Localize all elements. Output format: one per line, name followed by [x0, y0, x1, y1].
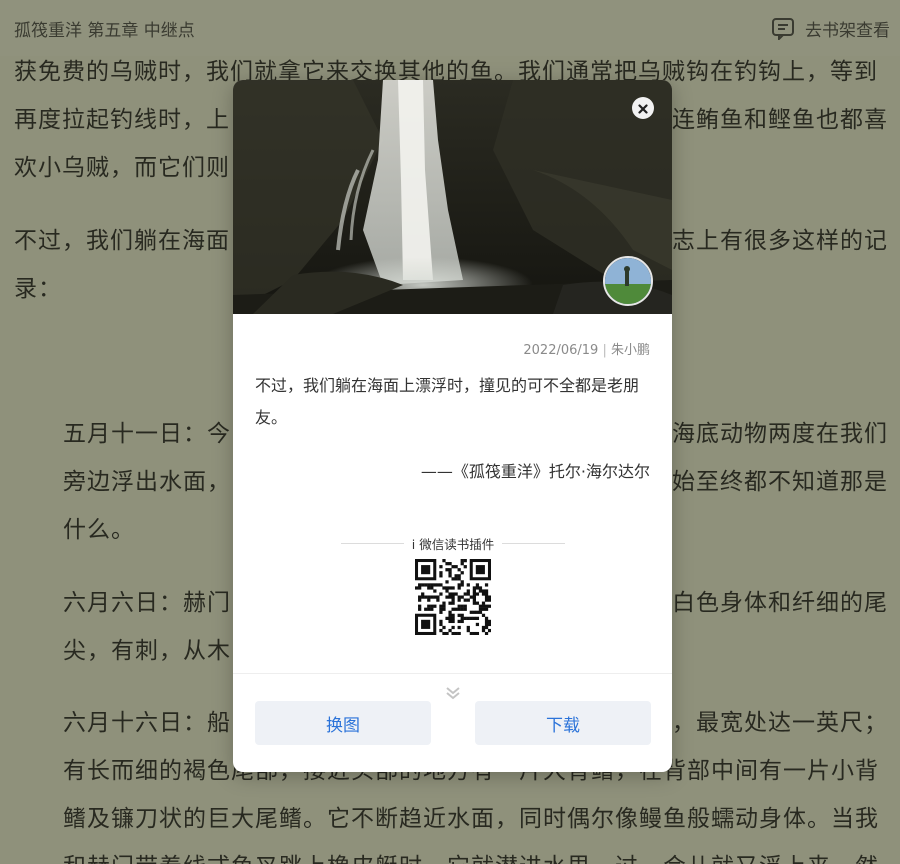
divider-line [341, 542, 404, 544]
share-date: 2022/06/19 [523, 343, 599, 358]
divider [233, 673, 672, 674]
qr-code [415, 559, 492, 636]
plugin-label: i 微信读书插件 [411, 536, 495, 552]
chevron-down-icon[interactable] [443, 685, 463, 700]
share-card-modal: 2022/06/19 | 朱小鹏 不过，我们躺在海面上漂浮时，撞见的可不全都是老… [233, 80, 672, 772]
change-image-button[interactable]: 换图 [255, 701, 431, 745]
divider-line [502, 542, 566, 544]
quote-text: 不过，我们躺在海面上漂浮时，撞见的可不全都是老朋友。 [255, 376, 640, 427]
plugin-label-row: i 微信读书插件 [341, 533, 566, 553]
quote-attribution: ——《孤筏重洋》托尔·海尔达尔 [420, 462, 650, 481]
avatar [603, 256, 653, 306]
close-button[interactable] [632, 97, 654, 119]
share-author: 朱小鹏 [610, 343, 650, 358]
download-button[interactable]: 下载 [475, 701, 651, 745]
share-meta: 2022/06/19 | 朱小鹏 [523, 343, 650, 358]
close-icon [638, 99, 648, 118]
